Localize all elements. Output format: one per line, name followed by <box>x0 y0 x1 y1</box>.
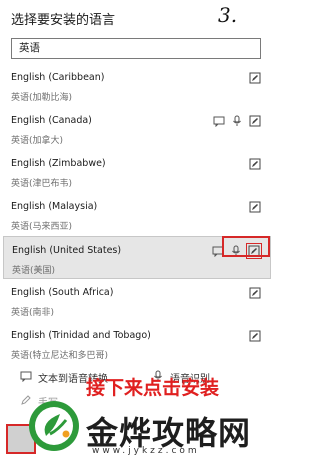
instruction-annotation: 接下来点击安装 <box>86 377 220 399</box>
handwriting-icon <box>249 158 261 170</box>
language-native-name: 英语(南非) <box>11 308 55 318</box>
language-native-name: 英语(马来西亚) <box>11 222 73 232</box>
microphone-icon <box>231 115 243 127</box>
language-name: English (Canada) <box>11 115 92 126</box>
language-row[interactable]: English (Zimbabwe) 英语(津巴布韦) <box>0 150 274 193</box>
watermark-domain: www.jykzz.com <box>92 446 200 456</box>
language-row[interactable]: English (Trinidad and Tobago) 英语(特立尼达和多巴哥… <box>0 322 274 365</box>
page-title: 选择要安装的语言 <box>11 13 116 28</box>
watermark-logo-icon <box>26 398 82 454</box>
language-name: English (Zimbabwe) <box>11 158 106 169</box>
language-install-dialog: 选择要安装的语言 3. 英语 English (Caribbean) 英语(加勒比… <box>0 0 274 465</box>
handwriting-icon <box>249 201 261 213</box>
language-row[interactable]: English (Caribbean) 英语(加勒比海) <box>0 64 274 107</box>
handwriting-icon <box>249 72 261 84</box>
language-native-name: 英语(加拿大) <box>11 136 64 146</box>
tts-icon <box>213 115 225 127</box>
language-name: English (Trinidad and Tobago) <box>11 330 151 341</box>
feature-icons <box>249 72 261 84</box>
language-list[interactable]: English (Caribbean) 英语(加勒比海) English (Cana… <box>0 64 274 365</box>
language-name: English (Malaysia) <box>11 201 98 212</box>
language-native-name: 英语(美国) <box>12 266 56 276</box>
language-native-name: 英语(加勒比海) <box>11 93 73 103</box>
step-marker: 3. <box>218 3 238 27</box>
language-row[interactable]: English (South Africa) 英语(南非) <box>0 279 274 322</box>
language-name: English (South Africa) <box>11 287 114 298</box>
handwriting-icon <box>249 115 261 127</box>
feature-icons <box>249 158 261 170</box>
handwriting-icon <box>249 287 261 299</box>
language-row[interactable]: English (Canada) 英语(加拿大) <box>0 107 274 150</box>
search-input[interactable]: 英语 <box>11 38 261 59</box>
language-row[interactable]: English (Malaysia) 英语(马来西亚) <box>0 193 274 236</box>
tts-icon <box>20 370 32 385</box>
language-native-name: 英语(津巴布韦) <box>11 179 73 189</box>
highlight-frame <box>222 236 270 257</box>
handwriting-icon <box>249 330 261 342</box>
feature-icons <box>249 287 261 299</box>
feature-icons <box>249 201 261 213</box>
language-name: English (United States) <box>12 245 122 256</box>
language-name: English (Caribbean) <box>11 72 105 83</box>
feature-icons <box>213 115 261 127</box>
language-native-name: 英语(特立尼达和多巴哥) <box>11 351 109 361</box>
feature-icons <box>249 330 261 342</box>
